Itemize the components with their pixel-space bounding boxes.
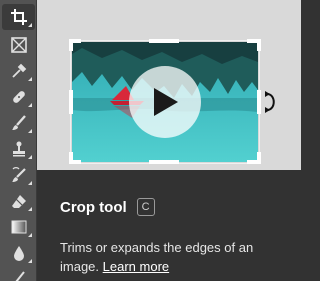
- crop-handle-top[interactable]: [149, 39, 179, 43]
- submenu-indicator: [28, 181, 32, 185]
- submenu-indicator: [28, 129, 32, 133]
- tooltip-title: Crop tool: [60, 198, 127, 216]
- brush-icon: [11, 115, 26, 130]
- shortcut-key-badge: C: [136, 198, 155, 216]
- eraser-icon: [11, 195, 26, 208]
- gradient-tool-button[interactable]: [2, 214, 35, 240]
- frame-tool-button[interactable]: [2, 32, 35, 58]
- drop-icon: [13, 246, 24, 261]
- history-brush-tool-button[interactable]: [2, 162, 35, 188]
- gradient-icon: [11, 220, 26, 234]
- dodge-icon: [15, 271, 25, 281]
- play-button[interactable]: [129, 66, 201, 138]
- bandage-icon: [12, 91, 25, 103]
- crop-handle-top-left-v[interactable]: [69, 39, 73, 51]
- crop-handle-top-right-v[interactable]: [257, 39, 261, 51]
- submenu-indicator: [28, 103, 32, 107]
- stamp-icon: [12, 141, 25, 157]
- crop-handle-bottom[interactable]: [149, 160, 179, 164]
- frame-icon: [10, 37, 27, 53]
- submenu-indicator: [28, 155, 32, 159]
- tooltip-title-row: Crop tool C: [60, 198, 155, 216]
- submenu-indicator: [28, 259, 32, 263]
- tooltip-description: Trims or expands the edges of an image. …: [60, 238, 290, 276]
- submenu-indicator: [28, 233, 32, 237]
- clone-stamp-tool-button[interactable]: [2, 136, 35, 162]
- crop-handle-bottom-left[interactable]: [69, 160, 81, 164]
- healing-brush-tool-button[interactable]: [2, 84, 35, 110]
- crop-handle-right[interactable]: [257, 90, 261, 114]
- history-brush-icon: [11, 167, 26, 182]
- tools-panel: [0, 0, 37, 281]
- submenu-indicator: [28, 23, 32, 27]
- blur-tool-button[interactable]: [2, 240, 35, 266]
- submenu-indicator: [28, 207, 32, 211]
- dodge-tool-button[interactable]: [2, 266, 35, 281]
- crop-icon: [10, 9, 27, 25]
- learn-more-link[interactable]: Learn more: [103, 259, 169, 274]
- crop-tool-button[interactable]: [2, 4, 35, 30]
- eyedropper-icon: [11, 63, 26, 78]
- brush-tool-button[interactable]: [2, 110, 35, 136]
- crop-handle-bottom-right-v[interactable]: [257, 152, 261, 164]
- submenu-indicator: [28, 77, 32, 81]
- eyedropper-tool-button[interactable]: [2, 58, 35, 84]
- play-icon: [154, 88, 178, 116]
- rotate-icon: [265, 91, 275, 113]
- crop-handle-left[interactable]: [69, 90, 73, 114]
- eraser-tool-button[interactable]: [2, 188, 35, 214]
